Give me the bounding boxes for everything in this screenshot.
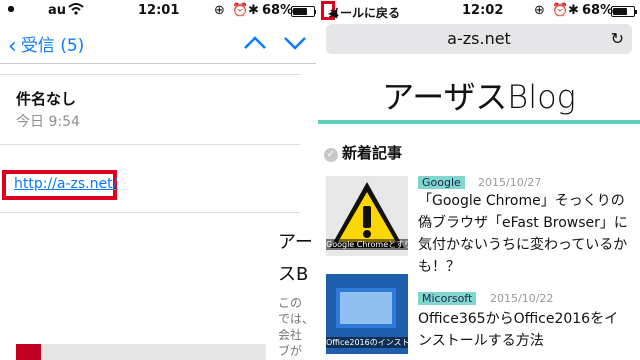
divider bbox=[0, 144, 300, 145]
preview-title-line: スB bbox=[278, 264, 309, 285]
chevron-down-icon bbox=[284, 37, 306, 50]
mail-subject: 件名なし bbox=[16, 90, 77, 108]
wifi-icon bbox=[68, 3, 84, 19]
bluetooth-icon: ✱ bbox=[248, 3, 259, 18]
preview-text-line: 会社 bbox=[278, 328, 303, 342]
rotation-lock-icon: ⊕ bbox=[214, 3, 225, 18]
article-title[interactable]: Office365からOffice2016をインストールする方法 bbox=[418, 308, 632, 352]
carrier-label: au bbox=[48, 3, 67, 18]
chevron-left-icon: ‹ bbox=[8, 34, 17, 59]
clock-time: 12:02 bbox=[462, 3, 504, 18]
preview-text-line: この bbox=[278, 296, 303, 310]
inbox-back-label: 受信 (5) bbox=[20, 36, 85, 56]
divider bbox=[0, 212, 300, 213]
next-message-button[interactable] bbox=[280, 30, 310, 56]
article-title[interactable]: 「Google Chrome」そっくりの偽ブラウザ「eFast Browser」… bbox=[418, 190, 632, 278]
article-thumbnail[interactable]: Office2016のインストール bbox=[326, 274, 408, 354]
battery-percent: 68% bbox=[582, 3, 614, 18]
safari-pane: ◀ メールに戻る 12:02 ⊕ ⏰ ✱ 68% a-zs.net ↻ アーザスB… bbox=[318, 0, 640, 360]
alarm-icon: ⏰ bbox=[552, 3, 569, 18]
thumbnail-caption: Office2016のインストール bbox=[326, 337, 408, 348]
alarm-icon: ⏰ bbox=[232, 3, 249, 18]
status-bar: ◀ メールに戻る 12:02 ⊕ ⏰ ✱ 68% bbox=[318, 0, 640, 22]
article-date: 2015/10/22 bbox=[490, 292, 554, 305]
blog-title[interactable]: アーザスBlog bbox=[318, 72, 640, 118]
mail-nav-bar: ‹ 受信 (5) bbox=[0, 22, 316, 64]
article-date: 2015/10/27 bbox=[478, 176, 542, 189]
preview-text-line: ブが bbox=[278, 344, 303, 358]
previous-message-button[interactable] bbox=[240, 30, 270, 56]
back-to-mail-label: メールに戻る bbox=[328, 6, 401, 20]
article-thumbnail[interactable]: Google Chromeとすり替わる偽のブラウザに注意 bbox=[326, 176, 408, 256]
rotation-lock-icon: ⊕ bbox=[534, 3, 545, 18]
inbox-back-button[interactable]: ‹ 受信 (5) bbox=[8, 31, 84, 59]
category-tag[interactable]: Micorsoft bbox=[418, 292, 477, 305]
bluetooth-icon: ✱ bbox=[568, 3, 579, 18]
preview-text-line: では、 bbox=[278, 312, 315, 326]
highlighted-link-box: http://a-zs.net/ bbox=[2, 170, 117, 200]
battery-percent: 68% bbox=[262, 3, 294, 18]
reload-icon[interactable]: ↻ bbox=[611, 24, 624, 54]
thumbnail-caption: Google Chromeとすり替わる偽のブラウザに注意 bbox=[326, 239, 408, 250]
mail-date: 今日 9:54 bbox=[16, 114, 80, 130]
divider bbox=[0, 74, 300, 75]
address-text: a-zs.net bbox=[447, 29, 511, 48]
section-label: 新着記事 bbox=[342, 144, 403, 162]
preview-title-line: アー bbox=[278, 232, 313, 253]
mail-link[interactable]: http://a-zs.net/ bbox=[14, 176, 117, 192]
chevron-up-icon bbox=[244, 36, 266, 49]
header-rule bbox=[318, 120, 640, 124]
back-to-mail-button[interactable]: ◀ メールに戻る bbox=[321, 1, 400, 20]
mail-pane: au 12:01 ⊕ ⏰ ✱ 68% ‹ 受信 (5) 件名なし 今日 9:54 … bbox=[0, 0, 316, 360]
section-heading: ✓ 新着記事 bbox=[324, 142, 402, 163]
address-bar[interactable]: a-zs.net ↻ bbox=[326, 24, 632, 54]
preview-image bbox=[16, 344, 266, 360]
status-bar: au 12:01 ⊕ ⏰ ✱ 68% bbox=[0, 0, 316, 22]
category-tag[interactable]: Google bbox=[418, 176, 465, 189]
check-circle-icon: ✓ bbox=[324, 148, 338, 162]
article-item[interactable]: Office2016のインストール Micorsoft 2015/10/22 O… bbox=[318, 274, 640, 360]
article-item[interactable]: Google Chromeとすり替わる偽のブラウザに注意 Google 2015… bbox=[318, 176, 640, 275]
clock-time: 12:01 bbox=[138, 3, 180, 18]
